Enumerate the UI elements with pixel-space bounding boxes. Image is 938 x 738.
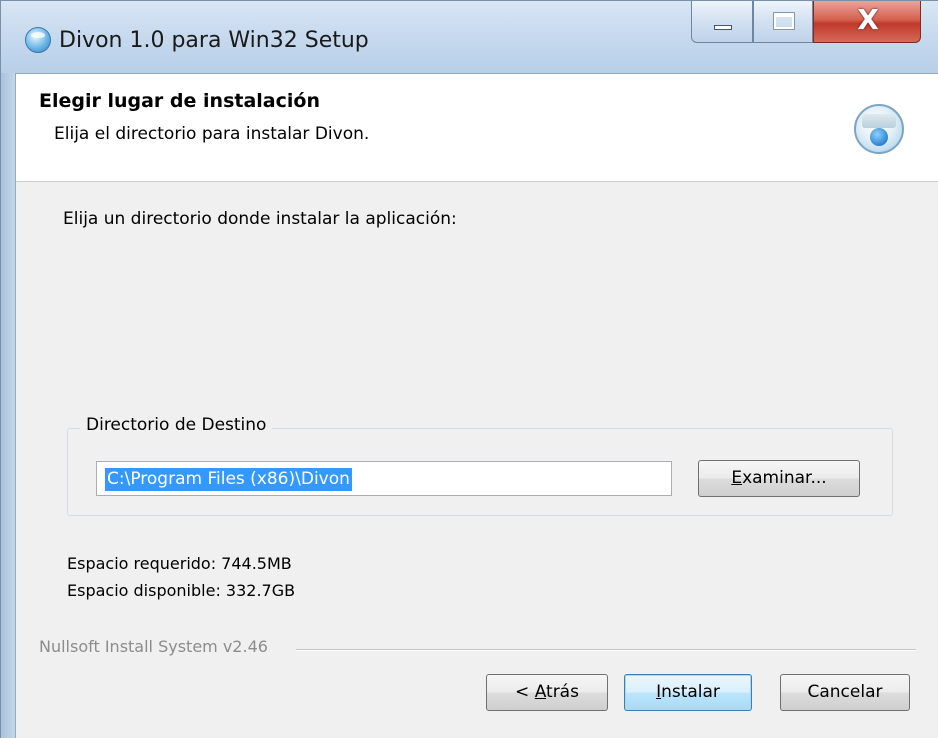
back-accel-key: A	[534, 682, 547, 702]
close-icon: X	[857, 3, 879, 36]
installer-app-icon	[25, 27, 51, 53]
maximize-button[interactable]	[753, 1, 813, 43]
space-available-text: Espacio disponible: 332.7GB	[67, 581, 296, 600]
installer-client-area: Elegir lugar de instalación Elija el dir…	[15, 73, 938, 738]
cancel-button[interactable]: Cancelar	[780, 674, 910, 711]
window-frame-left	[1, 73, 15, 738]
browse-label: xaminar...	[742, 468, 827, 488]
title-bar[interactable]: Divon 1.0 para Win32 Setup X	[1, 1, 938, 73]
page-header: Elegir lugar de instalación Elija el dir…	[16, 74, 938, 182]
browse-accel-key: E	[731, 468, 743, 488]
minimize-icon	[714, 25, 732, 30]
minimize-button[interactable]	[691, 1, 753, 43]
destination-path-selected-text: C:\Program Files (x86)\Divon	[105, 468, 352, 491]
close-button[interactable]: X	[813, 1, 921, 43]
maximize-icon	[773, 12, 795, 30]
space-required-text: Espacio requerido: 744.5MB	[67, 554, 292, 573]
install-label: nstalar	[661, 682, 720, 702]
branding-divider	[296, 649, 916, 651]
back-button[interactable]: < Atrás	[486, 674, 608, 711]
page-subtitle: Elija el directorio para instalar Divon.	[54, 124, 370, 144]
destination-group-label: Directorio de Destino	[80, 415, 273, 435]
install-button[interactable]: Instalar	[624, 674, 752, 711]
page-title: Elegir lugar de instalación	[39, 90, 320, 112]
directory-prompt: Elija un directorio donde instalar la ap…	[63, 209, 457, 229]
installer-window: Divon 1.0 para Win32 Setup X Elegir luga…	[0, 0, 938, 738]
window-title: Divon 1.0 para Win32 Setup	[59, 28, 369, 53]
browse-button[interactable]: Examinar...	[698, 460, 860, 497]
installer-globe-icon	[854, 104, 904, 154]
back-label: trás	[546, 682, 579, 702]
nsis-branding-text: Nullsoft Install System v2.46	[39, 637, 276, 656]
back-prefix: <	[515, 682, 535, 702]
destination-path-input[interactable]: C:\Program Files (x86)\Divon	[96, 461, 672, 496]
